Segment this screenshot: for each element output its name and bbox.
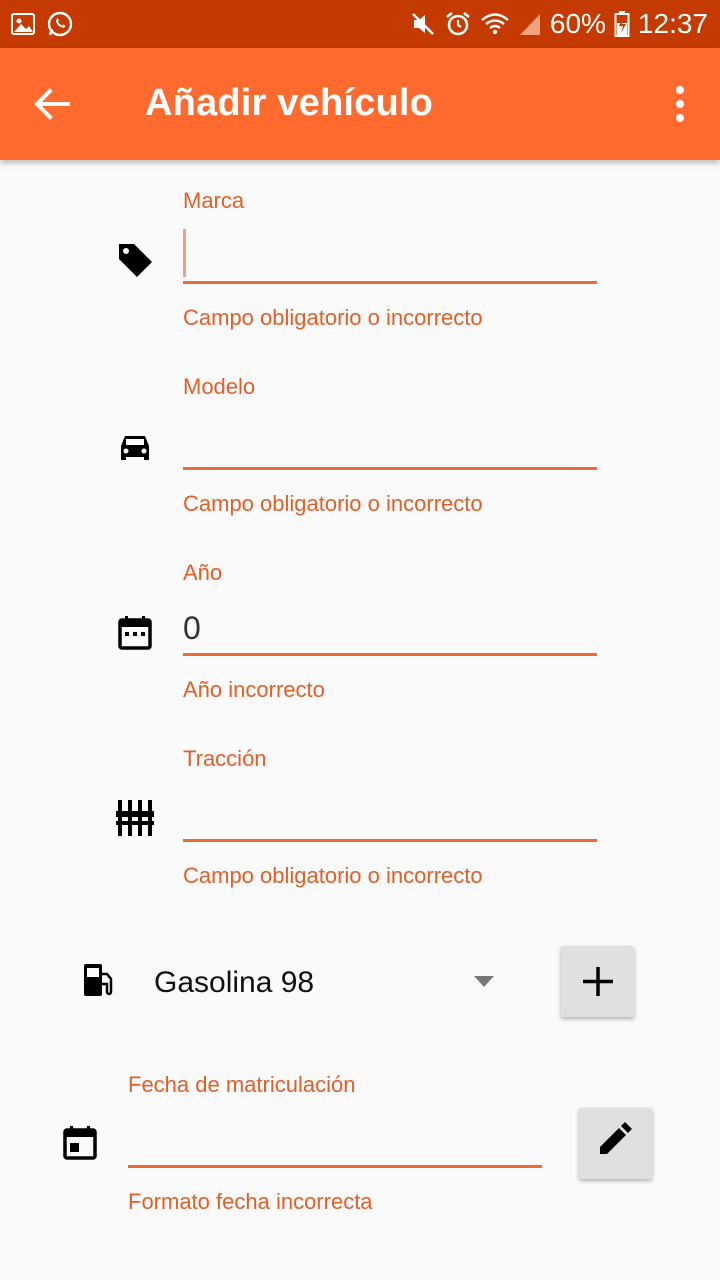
tag-icon — [115, 240, 155, 280]
fuel-type-select[interactable]: Gasolina 98 — [154, 960, 504, 1010]
registration-date-input[interactable] — [128, 1112, 542, 1168]
chevron-down-icon — [474, 976, 494, 987]
back-arrow-icon[interactable] — [30, 82, 74, 126]
status-bar: 60% 12:37 — [0, 0, 720, 48]
signal-icon — [518, 11, 542, 37]
add-fuel-button[interactable] — [561, 946, 634, 1017]
clock-text: 12:37 — [637, 8, 708, 39]
calendar-icon — [115, 613, 155, 653]
marca-label: Marca — [183, 188, 245, 213]
text-cursor — [183, 229, 186, 277]
gallery-notification-icon — [10, 11, 36, 37]
fuel-type-value: Gasolina 98 — [154, 966, 315, 999]
anio-error: Año incorrecto — [183, 677, 325, 702]
traccion-error: Campo obligatorio o incorrecto — [183, 863, 483, 888]
traccion-input[interactable] — [183, 786, 597, 842]
pencil-icon — [600, 1122, 632, 1154]
wifi-icon — [480, 11, 510, 37]
anio-input[interactable] — [183, 600, 597, 656]
registration-date-error: Formato fecha incorrecta — [128, 1189, 373, 1214]
event-icon — [62, 1124, 102, 1164]
plus-icon — [583, 967, 613, 996]
car-icon — [115, 428, 155, 468]
battery-level-text: 60% — [549, 8, 606, 39]
tune-icon — [115, 798, 155, 838]
alarm-icon — [444, 10, 472, 38]
modelo-error: Campo obligatorio o incorrecto — [183, 491, 483, 516]
page-title: Añadir vehículo — [145, 82, 434, 124]
anio-label: Año — [183, 560, 223, 585]
edit-date-button[interactable] — [579, 1108, 652, 1179]
modelo-input[interactable] — [183, 414, 597, 470]
whatsapp-notification-icon — [46, 10, 74, 38]
app-bar: Añadir vehículo — [0, 48, 720, 160]
traccion-label: Tracción — [183, 746, 267, 771]
mute-icon — [410, 11, 436, 37]
modelo-label: Modelo — [183, 374, 256, 399]
marca-input[interactable] — [183, 228, 597, 284]
overflow-menu-icon[interactable] — [668, 82, 692, 126]
marca-error: Campo obligatorio o incorrecto — [183, 305, 483, 330]
gas-pump-icon — [82, 962, 122, 1002]
registration-date-label: Fecha de matriculación — [128, 1072, 356, 1097]
battery-icon — [614, 10, 630, 38]
